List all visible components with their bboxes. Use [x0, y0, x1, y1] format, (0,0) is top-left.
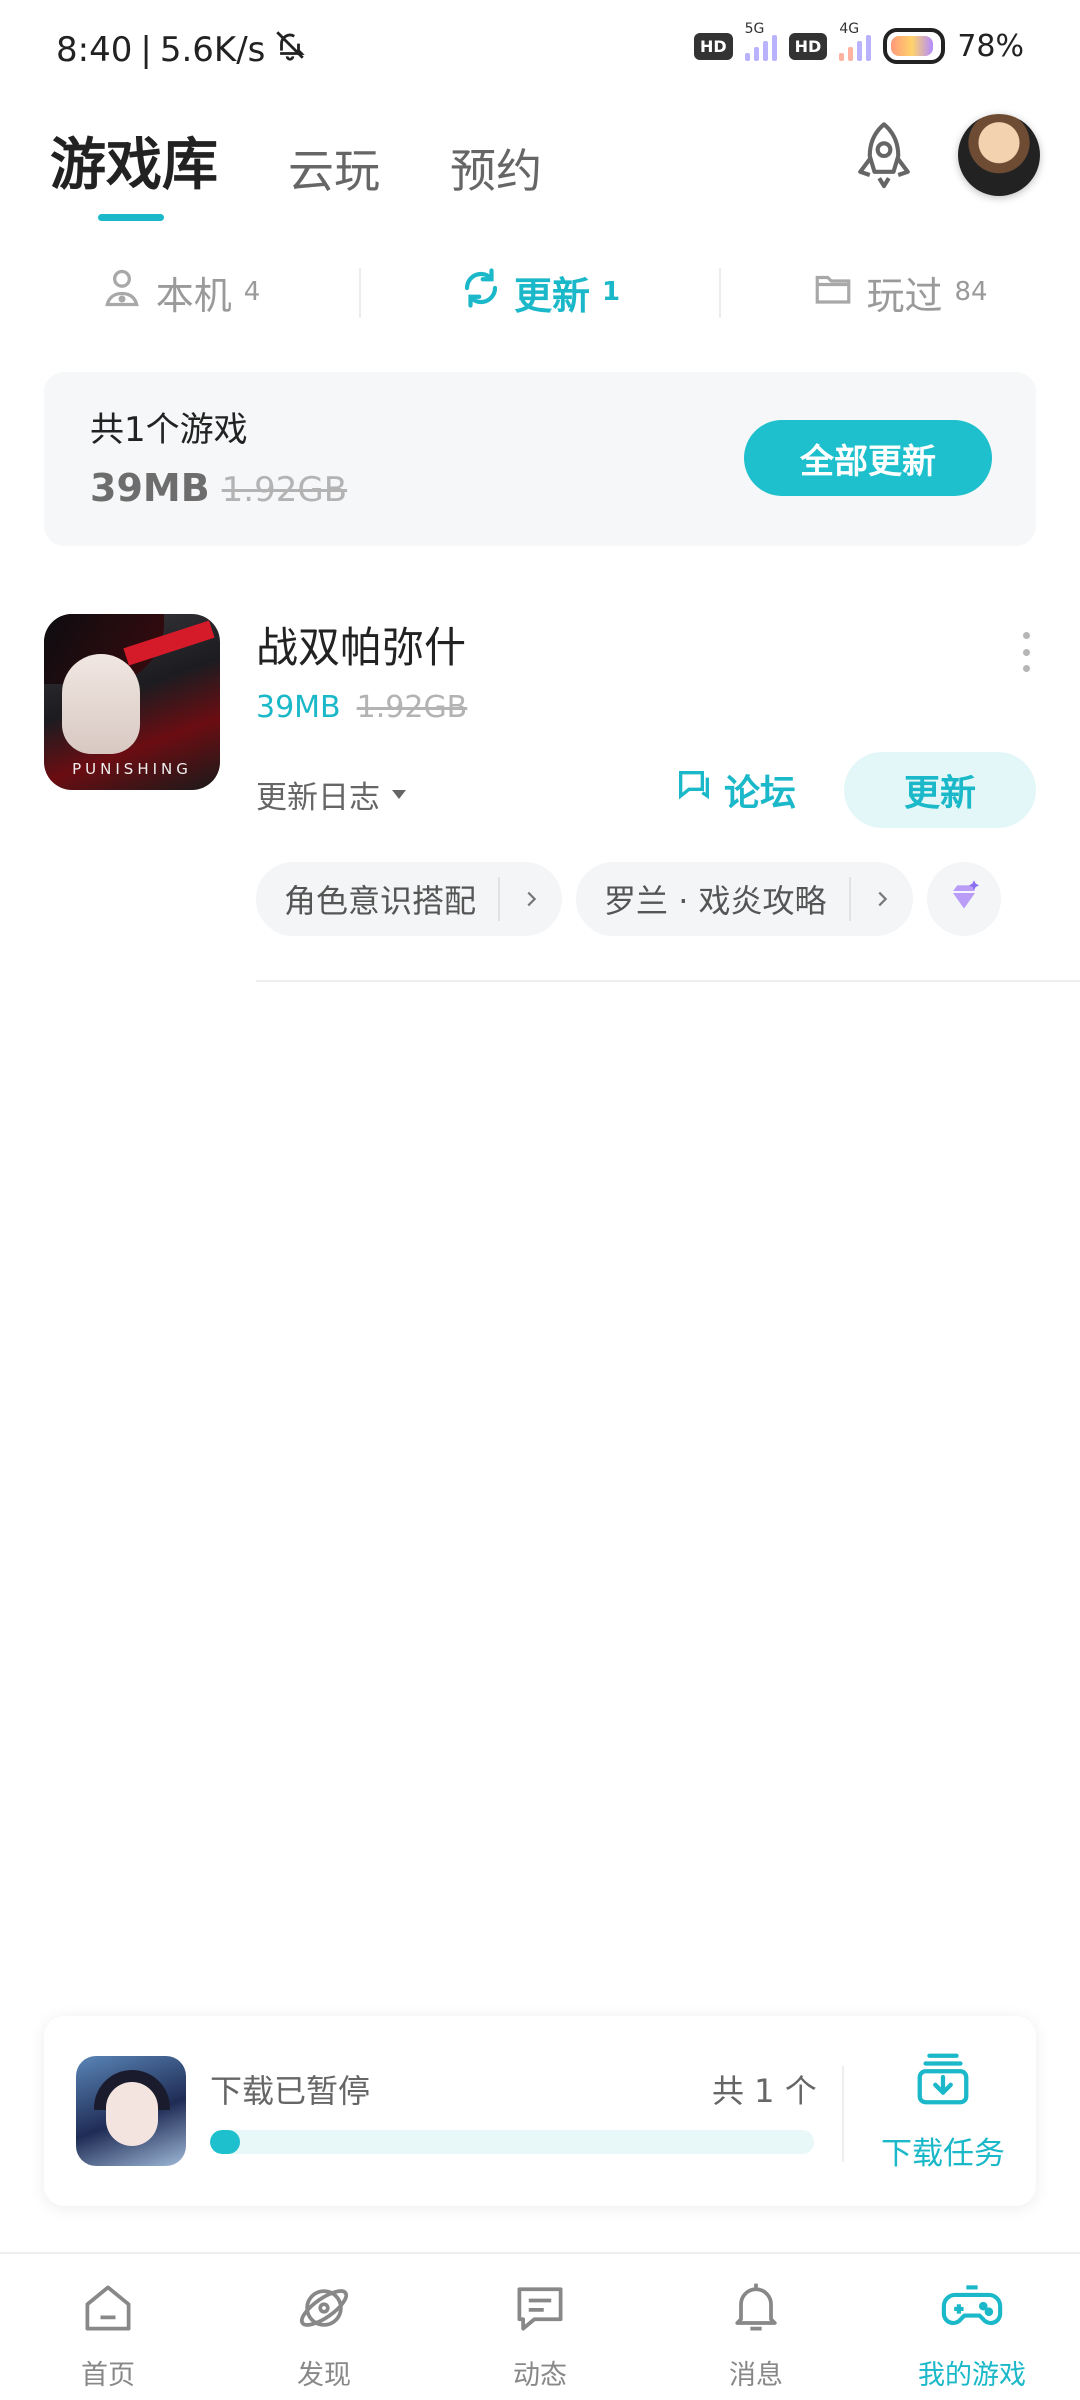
- download-separator: [842, 2066, 844, 2162]
- download-task-label: 下载任务: [881, 2136, 1005, 2172]
- nav-feed[interactable]: 动态: [432, 2254, 648, 2400]
- subtab-local-count: 4: [243, 277, 261, 307]
- gamepad-user-icon: [100, 266, 144, 319]
- subtab-separator: [719, 268, 721, 318]
- hd-badge: HD: [693, 32, 733, 60]
- rocket-icon[interactable]: [846, 118, 922, 194]
- battery-icon: [883, 28, 946, 64]
- nav-messages-label: 消息: [729, 2360, 783, 2391]
- nav-home-label: 首页: [81, 2360, 135, 2391]
- game-count: 共1个游戏: [90, 410, 248, 450]
- nav-feed-label: 动态: [513, 2360, 567, 2391]
- bell-icon: [726, 2278, 786, 2345]
- download-game-thumbnail: [76, 2056, 186, 2166]
- chat-icon: [510, 2278, 570, 2345]
- download-progress-fill: [210, 2130, 241, 2154]
- nav-messages[interactable]: 消息: [648, 2254, 864, 2400]
- planet-icon: [294, 2278, 354, 2345]
- subtab-separator: [359, 268, 361, 318]
- folder-icon: [812, 267, 854, 318]
- game-icon[interactable]: PUNISHING: [44, 614, 220, 790]
- nav-home[interactable]: 首页: [0, 2254, 216, 2400]
- more-options-icon[interactable]: [1016, 632, 1036, 672]
- main-tabs: 游戏库 云玩 预约: [50, 120, 542, 201]
- update-button[interactable]: 更新: [844, 752, 1036, 828]
- changelog-label: 更新日志: [256, 780, 380, 816]
- chevron-right-icon: [498, 877, 562, 921]
- subtab-played[interactable]: 玩过 84: [720, 265, 1080, 320]
- caret-down-icon: [392, 790, 406, 799]
- status-time: 8:40: [56, 29, 133, 70]
- bottom-nav: 首页 发现 动态 消息 我的游戏: [0, 2252, 1080, 2400]
- download-panel[interactable]: 下载已暂停 共 1 个 下载任务: [44, 2016, 1036, 2206]
- signal-4g-icon: 4G: [839, 21, 872, 61]
- guide-chip-label: 角色意识搭配: [284, 882, 477, 920]
- status-speed: 5.6K/s: [159, 29, 266, 70]
- user-avatar[interactable]: [958, 114, 1040, 196]
- guide-chip[interactable]: 角色意识搭配: [256, 862, 563, 936]
- battery-level: 78%: [957, 28, 1024, 64]
- subtab-played-count: 84: [954, 277, 988, 307]
- update-summary-card: 共1个游戏 39MB 1.92GB 全部更新: [44, 372, 1036, 546]
- gem-icon: [944, 877, 984, 921]
- gem-button[interactable]: [926, 862, 1001, 936]
- changelog-toggle[interactable]: 更新日志: [256, 772, 406, 817]
- status-right: HD 5G HD 4G 78%: [693, 21, 1024, 64]
- forum-button[interactable]: 论坛: [674, 764, 796, 816]
- nav-discover-label: 发现: [297, 2360, 351, 2391]
- download-count: 共 1 个: [712, 2072, 817, 2110]
- subtab-played-label: 玩过: [866, 273, 943, 318]
- status-left: 8:40 | 5.6K/s: [56, 28, 307, 71]
- gamepad-icon: [940, 2278, 1004, 2345]
- forum-label: 论坛: [724, 773, 797, 814]
- status-bar: 8:40 | 5.6K/s HD 5G HD 4G 78%: [0, 0, 1080, 100]
- game-title[interactable]: 战双帕弥什: [256, 614, 466, 675]
- download-progress: [210, 2130, 814, 2154]
- tab-game-library[interactable]: 游戏库: [50, 120, 218, 201]
- full-size: 1.92GB: [221, 470, 348, 510]
- hd-badge-2: HD: [788, 32, 828, 60]
- mute-bell-icon: [273, 28, 307, 71]
- signal-5g-icon: 5G: [744, 21, 777, 61]
- download-task-button[interactable]: 下载任务: [868, 2048, 1018, 2173]
- tab-reservation[interactable]: 预约: [450, 135, 542, 201]
- subtab-update[interactable]: 更新 1: [360, 265, 720, 320]
- home-icon: [78, 2278, 138, 2345]
- update-size: 39MB: [90, 466, 210, 510]
- nav-discover[interactable]: 发现: [216, 2254, 432, 2400]
- nav-my-games[interactable]: 我的游戏: [864, 2254, 1080, 2400]
- sub-tabs: 本机 4 更新 1 玩过 84: [0, 262, 1080, 322]
- subtab-update-count: 1: [601, 277, 621, 307]
- nav-my-games-label: 我的游戏: [918, 2360, 1026, 2391]
- status-divider: |: [140, 29, 152, 70]
- game-update-size: 39MB: [256, 690, 341, 725]
- total-size: 39MB 1.92GB: [90, 466, 347, 510]
- guide-chips: 角色意识搭配 罗兰 · 戏炎攻略: [256, 862, 1001, 936]
- game-size: 39MB 1.92GB: [256, 690, 467, 725]
- download-status: 下载已暂停: [210, 2072, 371, 2110]
- game-full-size: 1.92GB: [356, 690, 468, 725]
- chevron-right-icon: [848, 877, 913, 921]
- item-divider: [256, 980, 1080, 982]
- guide-chip[interactable]: 罗兰 · 戏炎攻略: [576, 862, 913, 936]
- guide-chip-label: 罗兰 · 戏炎攻略: [604, 882, 827, 920]
- refresh-icon: [460, 267, 502, 318]
- update-all-button[interactable]: 全部更新: [744, 420, 992, 496]
- tab-cloud-play[interactable]: 云玩: [288, 135, 380, 201]
- forum-icon: [674, 766, 714, 815]
- active-tab-indicator: [98, 214, 164, 221]
- subtab-update-label: 更新: [513, 273, 590, 318]
- download-tray-icon: [912, 2048, 974, 2118]
- subtab-local-label: 本机: [155, 273, 232, 318]
- subtab-local[interactable]: 本机 4: [0, 265, 360, 320]
- game-icon-logo: PUNISHING: [72, 760, 192, 778]
